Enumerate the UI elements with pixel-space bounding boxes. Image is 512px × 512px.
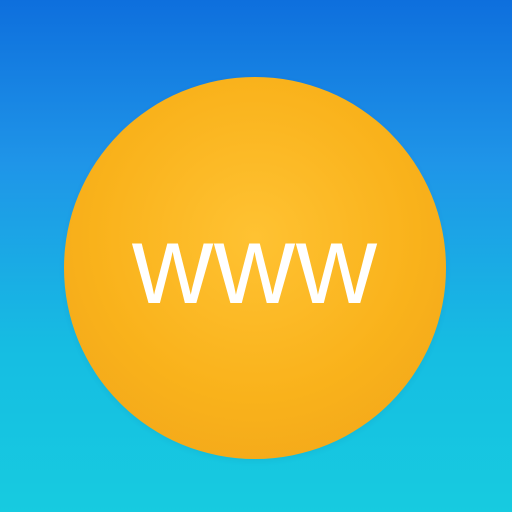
www-app-icon[interactable]: www bbox=[0, 0, 512, 512]
orange-circle: www bbox=[64, 77, 446, 459]
www-label: www bbox=[132, 202, 378, 327]
